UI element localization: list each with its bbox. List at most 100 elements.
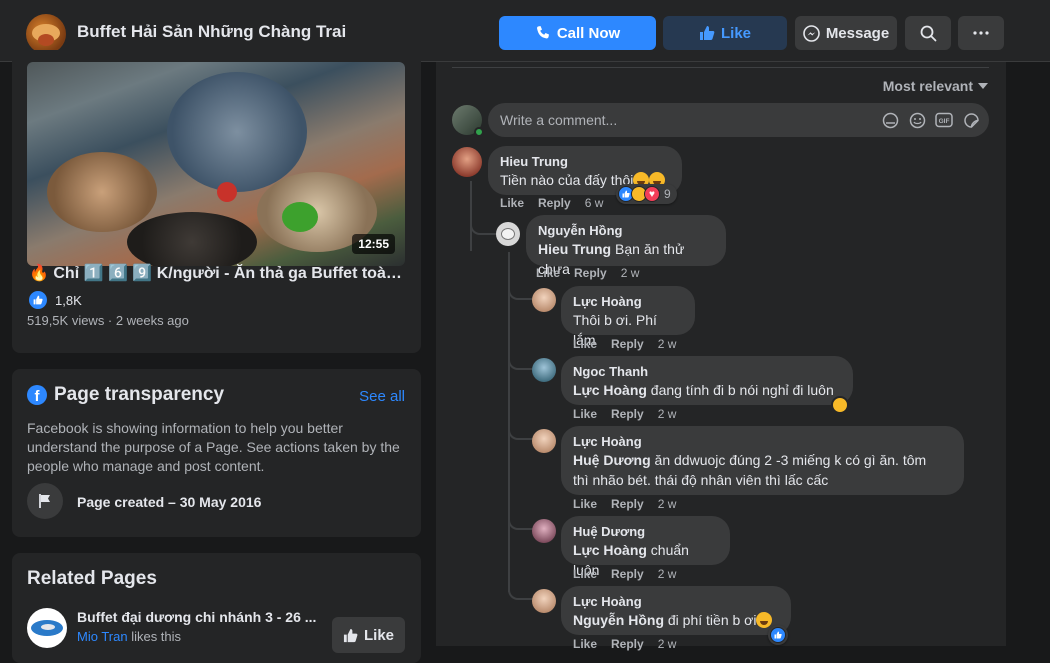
comment-author[interactable]: Lực Hoàng (573, 594, 779, 610)
reply-action[interactable]: Reply (611, 407, 644, 421)
like-action[interactable]: Like (573, 337, 597, 351)
likes-this-text: likes this (127, 629, 182, 644)
sort-dropdown[interactable]: Most relevant (883, 78, 988, 94)
sticker-icon[interactable] (962, 111, 980, 129)
related-like-label: Like (363, 626, 394, 644)
commenter-avatar[interactable] (532, 519, 556, 543)
reply-action[interactable]: Reply (574, 266, 607, 280)
thread-connector (508, 502, 534, 530)
comment-mention[interactable]: Nguyễn Hồng (573, 612, 664, 628)
search-icon (920, 25, 936, 41)
comment-time[interactable]: 6 w (585, 196, 604, 210)
comment-time[interactable]: 2 w (658, 337, 677, 351)
like-action[interactable]: Like (500, 196, 524, 210)
commenter-avatar[interactable] (532, 589, 556, 613)
comment-time[interactable]: 2 w (658, 637, 677, 651)
commenter-avatar[interactable] (532, 358, 556, 382)
commenter-avatar[interactable] (532, 288, 556, 312)
comment-time[interactable]: 2 w (621, 266, 640, 280)
more-options-button[interactable] (958, 16, 1004, 50)
comment-mention[interactable]: Lực Hoàng (573, 382, 647, 398)
thumbs-up-icon (343, 628, 358, 642)
page-transparency-card: f Page transparency See all Facebook is … (12, 369, 421, 537)
reply-action[interactable]: Reply (611, 637, 644, 651)
comment-author[interactable]: Lực Hoàng (573, 434, 952, 450)
comment-mention[interactable]: Huệ Dương (573, 452, 651, 468)
gif-icon[interactable]: GIF (935, 111, 953, 129)
video-reactions[interactable]: 1,8K (29, 291, 82, 309)
comment-body: Tiền nào của đấy thôi (500, 172, 634, 188)
comment-time[interactable]: 2 w (658, 407, 677, 421)
search-button[interactable] (905, 16, 951, 50)
avatar-sticker-icon[interactable] (881, 111, 899, 129)
like-action[interactable]: Like (573, 567, 597, 581)
messenger-icon (803, 24, 820, 42)
comment-mention[interactable]: Lực Hoàng (573, 542, 647, 558)
related-page-avatar[interactable] (27, 608, 67, 648)
comment-body: đi phí tiền b ơi (664, 612, 757, 628)
reply-action[interactable]: Reply (611, 497, 644, 511)
reply-action[interactable]: Reply (538, 196, 571, 210)
video-meta: 519,5K views · 2 weeks ago (27, 313, 189, 328)
video-thumbnail[interactable]: 12:55 (27, 62, 405, 266)
message-label: Message (825, 24, 890, 42)
like-action[interactable]: Like (573, 407, 597, 421)
commenter-avatar[interactable] (496, 222, 520, 246)
comment-input-box: GIF (488, 103, 989, 137)
like-action[interactable]: Like (573, 637, 597, 651)
comment-time[interactable]: 2 w (658, 567, 677, 581)
related-like-button[interactable]: Like (332, 617, 405, 653)
reaction-count: 1,8K (55, 292, 82, 308)
comment-actions: Like Reply 2 w (573, 637, 676, 651)
see-all-link[interactable]: See all (359, 388, 405, 405)
call-now-button[interactable]: Call Now (499, 16, 656, 50)
comment-text-line-2: thì nhão bét. thái độ nhân viên thì lấc … (573, 472, 829, 488)
message-button[interactable]: Message (795, 16, 897, 50)
comment-actions: Like Reply 2 w (573, 497, 676, 511)
page-title[interactable]: Buffet Hải Sản Những Chàng Trai (77, 22, 346, 42)
divider (452, 67, 989, 68)
comment-mention[interactable]: Hieu Trung (538, 241, 611, 257)
comment-body: ăn ddwuojc đúng 2 -3 miếng k có gì ăn. t… (650, 452, 927, 468)
like-action[interactable]: Like (536, 266, 560, 280)
online-status-dot (474, 127, 484, 137)
comment-input[interactable] (500, 103, 870, 137)
thumbs-up-icon (699, 26, 715, 40)
haha-reaction-icon[interactable] (831, 396, 849, 414)
comment-author[interactable]: Ngoc Thanh (573, 364, 841, 380)
comment-reactions[interactable] (768, 625, 788, 645)
comment-author[interactable]: Hieu Trung (500, 154, 670, 170)
video-title[interactable]: 🔥 Chỉ 1️⃣ 6️⃣ 9️⃣ K/người - Ăn thả ga Bu… (29, 263, 409, 283)
more-dots-icon (973, 31, 989, 35)
video-card: 12:55 🔥 Chỉ 1️⃣ 6️⃣ 9️⃣ K/người - Ăn thả… (12, 50, 421, 353)
page-avatar[interactable] (26, 14, 66, 54)
transparency-description: Facebook is showing information to help … (27, 420, 400, 474)
call-now-label: Call Now (556, 24, 621, 42)
comment-time[interactable]: 2 w (658, 497, 677, 511)
commenter-avatar[interactable] (452, 147, 482, 177)
emoji-icon[interactable] (908, 111, 926, 129)
comment-bubble: Lực Hoàng Thôi b ơi. Phí lắm (561, 286, 695, 348)
facebook-logo-icon: f (27, 385, 47, 405)
reply-action[interactable]: Reply (611, 567, 644, 581)
comment-actions: Like Reply 2 w (573, 567, 676, 581)
reply-action[interactable]: Reply (611, 337, 644, 351)
related-page-friend-likes: Mio Tran likes this (77, 629, 181, 644)
comment-actions: Like Reply 6 w (500, 196, 603, 210)
comment-reactions[interactable]: ♥ 9 (616, 184, 677, 204)
caret-down-icon (978, 83, 988, 89)
like-label: Like (720, 24, 751, 42)
comment-text: Huệ Dương ăn ddwuojc đúng 2 -3 miếng k c… (573, 450, 952, 470)
related-page-name[interactable]: Buffet đại dương chi nhánh 3 - 26 ... (77, 609, 322, 625)
like-page-button[interactable]: Like (663, 16, 787, 50)
like-action[interactable]: Like (573, 497, 597, 511)
sad-emoji-icon (756, 612, 773, 628)
comment-author[interactable]: Nguyễn Hồng (538, 223, 714, 239)
comment-actions: Like Reply 2 w (573, 407, 676, 421)
comment-author[interactable]: Lực Hoàng (573, 294, 683, 310)
comment-author[interactable]: Huệ Dương (573, 524, 718, 540)
video-duration: 12:55 (352, 234, 395, 254)
friend-link[interactable]: Mio Tran (77, 629, 128, 644)
commenter-avatar[interactable] (532, 429, 556, 453)
comments-panel: Most relevant GIF Hieu Trung Tiền nào củ… (436, 62, 1006, 651)
